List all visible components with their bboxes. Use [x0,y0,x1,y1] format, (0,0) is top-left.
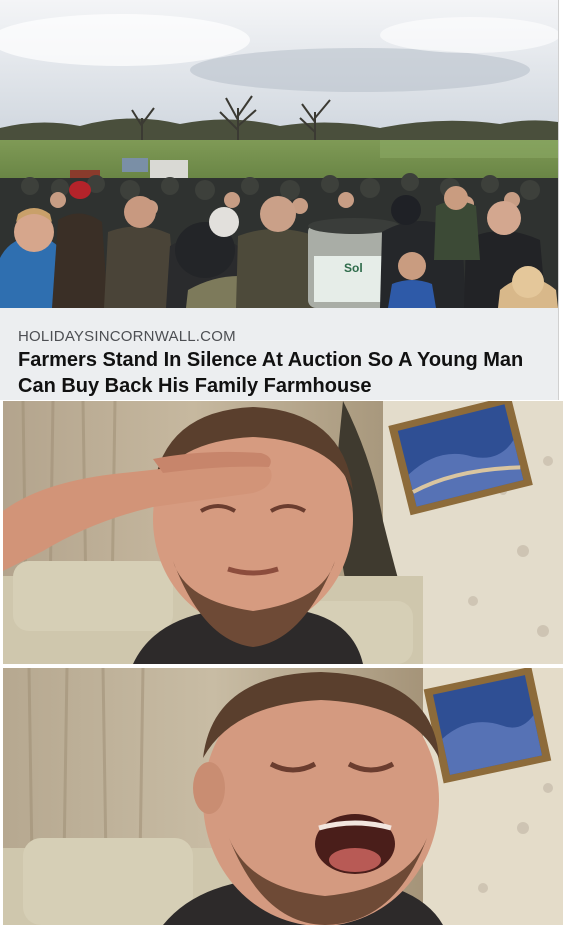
saluting-man-panel [3,401,563,664]
auction-crowd-photo: Sol [0,0,558,308]
auction-sign-text: Sol [344,261,363,275]
article-caption: HOLIDAYSINCORNWALL.COM Farmers Stand In … [0,308,558,400]
news-card[interactable]: Sol HOLIDAYSINCORNWALL.COM Farmers Stand… [0,0,559,400]
article-source[interactable]: HOLIDAYSINCORNWALL.COM [18,328,236,345]
article-headline[interactable]: Farmers Stand In Silence At Auction So A… [18,347,543,399]
crying-man-panel [3,668,563,925]
